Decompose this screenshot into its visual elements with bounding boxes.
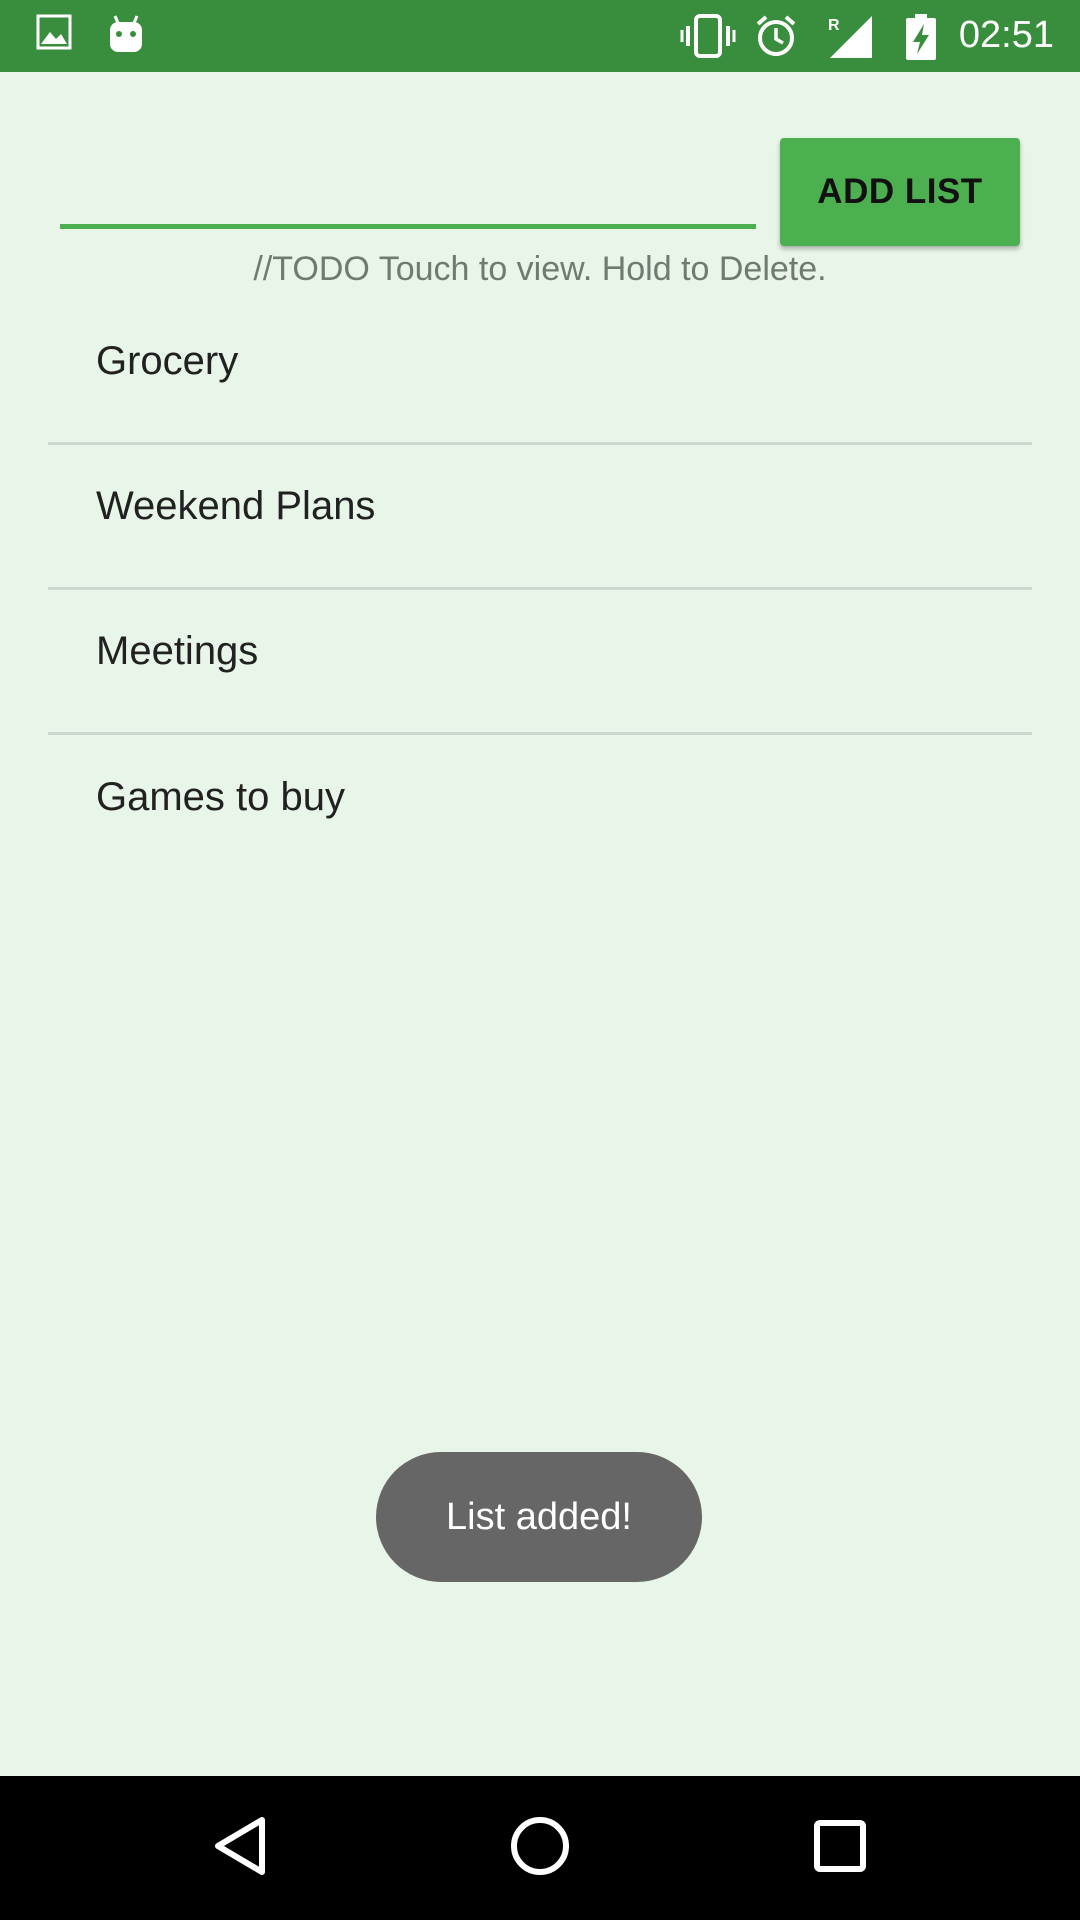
list-item-label: Grocery xyxy=(96,338,239,383)
signal-roaming-icon: R xyxy=(826,14,874,65)
alarm-icon xyxy=(754,14,798,63)
svg-text:R: R xyxy=(828,17,840,34)
list-item-label: Games to buy xyxy=(96,775,346,819)
add-list-row: ADD LIST xyxy=(0,138,1080,248)
home-button[interactable] xyxy=(490,1798,590,1898)
navigation-bar xyxy=(0,1776,1080,1920)
list-item[interactable]: Grocery xyxy=(48,300,1032,445)
vibrate-icon xyxy=(680,14,736,63)
home-icon xyxy=(509,1815,571,1882)
back-icon xyxy=(210,1814,270,1883)
battery-charging-icon xyxy=(904,14,938,65)
hint-text: //TODO Touch to view. Hold to Delete. xyxy=(253,250,827,288)
list-item[interactable]: Games to buy xyxy=(48,735,1032,880)
add-list-button[interactable]: ADD LIST xyxy=(780,138,1020,246)
recents-icon xyxy=(812,1818,868,1879)
screen: R 02:51 ADD LIST //TODO Touch to view. H… xyxy=(0,0,1080,1920)
android-icon xyxy=(106,14,146,59)
back-button[interactable] xyxy=(190,1798,290,1898)
image-icon xyxy=(36,14,72,55)
list-item-label: Weekend Plans xyxy=(96,483,376,528)
list-name-input[interactable] xyxy=(60,174,756,229)
todo-lists: Grocery Weekend Plans Meetings Games to … xyxy=(48,300,1032,880)
status-clock: 02:51 xyxy=(958,14,1054,56)
toast-message: List added! xyxy=(376,1452,702,1582)
list-item-label: Meetings xyxy=(96,628,259,673)
status-bar: R 02:51 xyxy=(0,0,1080,72)
list-item[interactable]: Meetings xyxy=(48,590,1032,735)
recents-button[interactable] xyxy=(790,1798,890,1898)
list-item[interactable]: Weekend Plans xyxy=(48,445,1032,590)
